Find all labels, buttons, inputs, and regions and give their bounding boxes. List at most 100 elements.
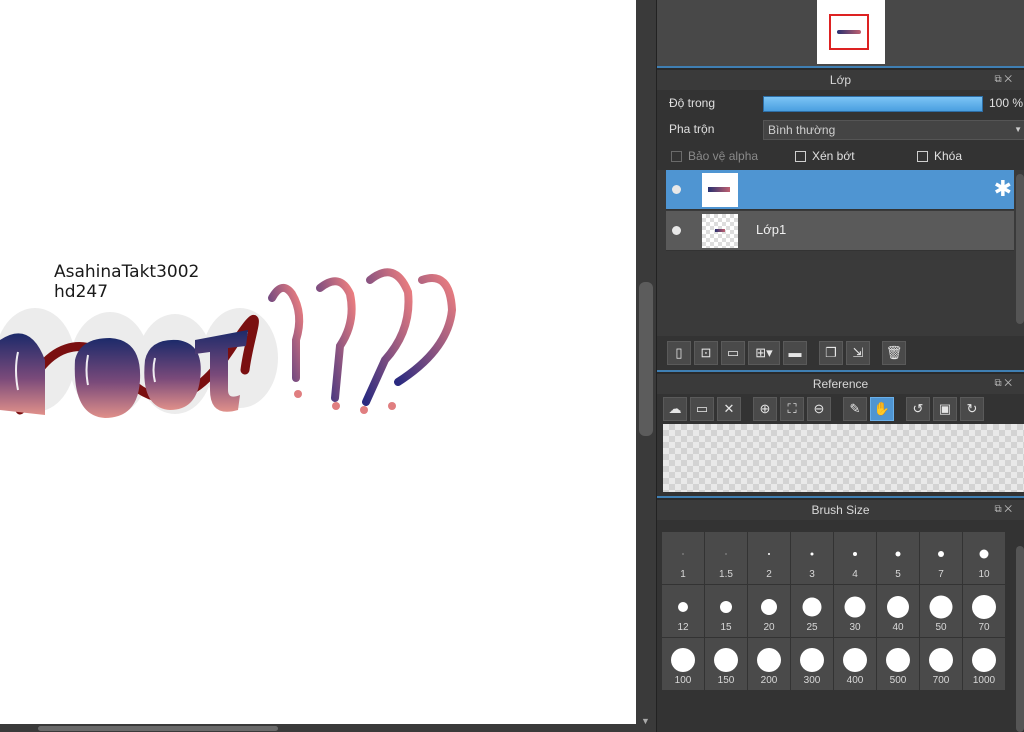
blend-row: Pha trộn Bình thường ▼ (657, 116, 1024, 142)
layer-item-text[interactable]: ✱ (666, 170, 1014, 210)
brush-size-option[interactable]: 20 (748, 585, 790, 637)
brush-size-option[interactable]: 1 (662, 532, 704, 584)
rotate-left-icon[interactable]: ↺ (906, 397, 930, 421)
brush-size-option[interactable]: 4 (834, 532, 876, 584)
blend-mode-value: Bình thường (768, 123, 836, 137)
brush-size-option[interactable]: 7 (920, 532, 962, 584)
layer-list-scrollbar[interactable] (1016, 174, 1024, 324)
brush-size-option[interactable]: 1.5 (705, 532, 747, 584)
brush-size-option[interactable]: 100 (662, 638, 704, 690)
drawing-canvas[interactable]: AsahinaTakt3002 hd247 (0, 0, 636, 724)
new-folder-icon[interactable]: ▬ (783, 341, 807, 365)
brush-dot-icon (895, 551, 901, 557)
layer-panel-header: Lớp ⧉ ✕ (657, 70, 1024, 90)
brush-size-option[interactable]: 400 (834, 638, 876, 690)
brush-size-option[interactable]: 50 (920, 585, 962, 637)
blend-mode-select[interactable]: Bình thường ▼ (763, 120, 1024, 140)
brush-size-panel-header: Brush Size ⧉ ✕ (657, 500, 1024, 520)
new-layer-icon[interactable]: ▯ (667, 341, 691, 365)
navigator-panel (657, 0, 1024, 66)
brush-size-option[interactable]: 10 (963, 532, 1005, 584)
brush-size-option[interactable]: 15 (705, 585, 747, 637)
brush-size-label: 20 (763, 622, 775, 633)
brush-size-option[interactable]: 12 (662, 585, 704, 637)
new-halftone-layer-icon[interactable]: ⊡ (694, 341, 718, 365)
close-icon[interactable]: ✕ (717, 397, 741, 421)
brush-size-option[interactable]: 5 (877, 532, 919, 584)
add-layer-menu-icon[interactable]: ⊞▾ (748, 341, 780, 365)
brush-dot-icon (678, 602, 688, 612)
lock-checkbox[interactable]: Khóa (917, 149, 962, 163)
reference-canvas[interactable] (663, 424, 1024, 492)
brush-size-label: 1.5 (719, 569, 733, 580)
brush-dot-icon (671, 648, 695, 672)
lettering-artwork (0, 268, 457, 418)
brush-size-label: 2 (766, 569, 772, 580)
delete-layer-icon[interactable]: 🗑 (882, 341, 906, 365)
brush-dot-icon (929, 595, 953, 619)
reset-icon[interactable]: ▣ (933, 397, 957, 421)
layer-panel-title: Lớp (829, 73, 852, 87)
brush-size-option[interactable]: 500 (877, 638, 919, 690)
layer-name: Lớp1 (756, 222, 787, 237)
hand-icon[interactable]: ✋ (870, 397, 894, 421)
opacity-value: 100 % (989, 96, 1024, 110)
clipping-checkbox[interactable]: Xén bớt (795, 149, 855, 163)
brush-size-option[interactable]: 300 (791, 638, 833, 690)
brush-size-grid: 1 1.5 2 3 4 5 7 10 12 15 20 25 30 40 50 70 100 150 200 300 4… (662, 532, 1005, 690)
open-folder-icon[interactable]: ▭ (690, 397, 714, 421)
blend-label: Pha trộn (669, 122, 715, 136)
brush-size-option[interactable]: 3 (791, 532, 833, 584)
navigator-view-frame[interactable] (829, 14, 869, 50)
brush-size-option[interactable]: 1000 (963, 638, 1005, 690)
rotate-right-icon[interactable]: ↻ (960, 397, 984, 421)
brush-size-option[interactable]: 30 (834, 585, 876, 637)
zoom-in-icon[interactable]: ⊕ (753, 397, 777, 421)
brush-dot-icon (682, 553, 684, 555)
protect-alpha-checkbox[interactable]: Bảo vệ alpha (671, 149, 758, 163)
zoom-out-icon[interactable]: ⊖ (807, 397, 831, 421)
brush-dot-icon (844, 596, 866, 618)
brush-size-option[interactable]: 40 (877, 585, 919, 637)
protect-alpha-label: Bảo vệ alpha (688, 149, 759, 163)
eyedropper-icon[interactable]: ✎ (843, 397, 867, 421)
canvas-horizontal-scrollbar[interactable] (0, 724, 636, 732)
popout-icon[interactable]: ⧉ ✕ (994, 70, 1012, 90)
layer-item-lop1[interactable]: Lớp1 (666, 211, 1014, 251)
opacity-slider[interactable] (763, 96, 983, 112)
brush-dot-icon (853, 552, 857, 556)
duplicate-layer-icon[interactable]: ❐ (819, 341, 843, 365)
brush-size-option[interactable]: 200 (748, 638, 790, 690)
brush-dot-icon (886, 648, 910, 672)
brush-size-option[interactable]: 150 (705, 638, 747, 690)
canvas-vertical-scrollbar[interactable]: ▼ (636, 0, 656, 732)
popout-icon[interactable]: ⧉ ✕ (994, 500, 1012, 520)
brush-size-label: 12 (677, 622, 689, 633)
layer-options: Bảo vệ alpha Xén bớt Khóa (657, 142, 1024, 170)
scroll-down-arrow-icon[interactable]: ▼ (641, 716, 650, 726)
brush-dot-icon (887, 596, 909, 618)
brush-size-option[interactable]: 70 (963, 585, 1005, 637)
merge-down-icon[interactable]: ⇲ (846, 341, 870, 365)
new-1bit-layer-icon[interactable]: ▭ (721, 341, 745, 365)
brush-size-label: 150 (717, 675, 735, 686)
fit-icon[interactable]: ⛶ (780, 397, 804, 421)
popout-icon[interactable]: ⧉ ✕ (994, 374, 1012, 394)
visibility-eye-icon[interactable] (672, 226, 681, 235)
brush-size-scrollbar[interactable] (1016, 546, 1024, 732)
brush-dot-icon (929, 648, 953, 672)
brush-size-label: 100 (674, 675, 692, 686)
brush-dot-icon (757, 648, 781, 672)
brush-size-option[interactable]: 2 (748, 532, 790, 584)
brush-size-option[interactable]: 700 (920, 638, 962, 690)
brush-size-panel-title: Brush Size (811, 503, 870, 517)
brush-size-label: 400 (846, 675, 864, 686)
brush-size-label: 4 (852, 569, 858, 580)
visibility-eye-icon[interactable] (672, 185, 681, 194)
gear-icon[interactable]: ✱ (994, 177, 1012, 201)
brush-size-label: 50 (935, 622, 947, 633)
brush-size-option[interactable]: 25 (791, 585, 833, 637)
chevron-down-icon: ▼ (1014, 125, 1022, 134)
navigator-thumbnail[interactable] (817, 0, 885, 64)
upload-icon[interactable]: ☁ (663, 397, 687, 421)
